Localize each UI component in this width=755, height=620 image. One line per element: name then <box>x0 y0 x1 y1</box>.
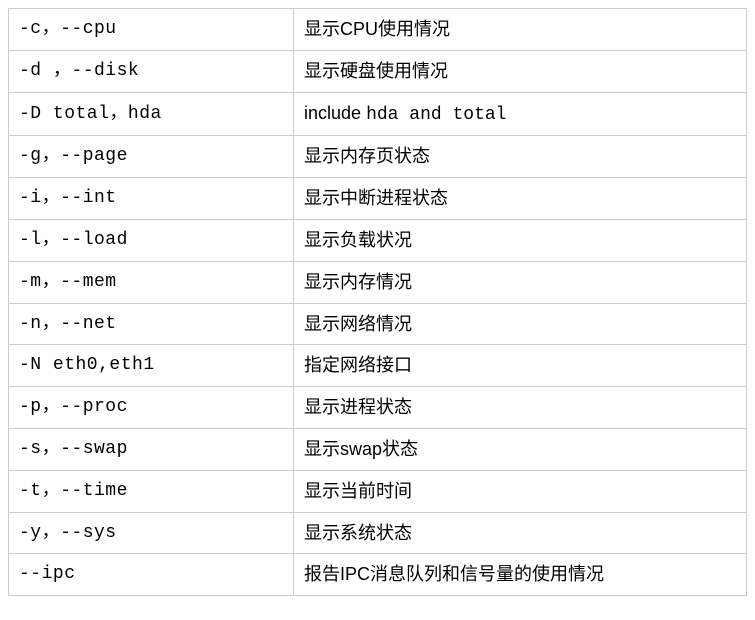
option-cell: -i，--int <box>9 178 294 220</box>
option-cell: -n，--net <box>9 303 294 345</box>
description-cell: 显示内存情况 <box>294 261 747 303</box>
description-cell: 显示CPU使用情况 <box>294 9 747 51</box>
description-cell: 显示内存页状态 <box>294 136 747 178</box>
table-row: -g，--page 显示内存页状态 <box>9 136 747 178</box>
options-table: -c，--cpu 显示CPU使用情况 -d ，--disk 显示硬盘使用情况 -… <box>8 8 747 596</box>
description-cell: 显示硬盘使用情况 <box>294 50 747 92</box>
description-cell: 显示负载状况 <box>294 219 747 261</box>
description-cell: 显示中断进程状态 <box>294 178 747 220</box>
table-row: -N eth0,eth1 指定网络接口 <box>9 345 747 387</box>
option-cell: -d ，--disk <box>9 50 294 92</box>
description-cell: 显示系统状态 <box>294 512 747 554</box>
table-row: --ipc 报告IPC消息队列和信号量的使用情况 <box>9 554 747 596</box>
table-row: -d ，--disk 显示硬盘使用情况 <box>9 50 747 92</box>
table-body: -c，--cpu 显示CPU使用情况 -d ，--disk 显示硬盘使用情况 -… <box>9 9 747 596</box>
description-cell: include include hda and totalhda and tot… <box>294 92 747 136</box>
description-cell: 显示进程状态 <box>294 387 747 429</box>
option-cell: -D total，hda <box>9 92 294 136</box>
description-cell: 指定网络接口 <box>294 345 747 387</box>
table-row: -s，--swap 显示swap状态 <box>9 428 747 470</box>
option-cell: -c，--cpu <box>9 9 294 51</box>
description-cell: 显示当前时间 <box>294 470 747 512</box>
option-cell: -N eth0,eth1 <box>9 345 294 387</box>
table-row: -c，--cpu 显示CPU使用情况 <box>9 9 747 51</box>
table-row: -i，--int 显示中断进程状态 <box>9 178 747 220</box>
table-row: -D total，hda include include hda and tot… <box>9 92 747 136</box>
option-cell: -l，--load <box>9 219 294 261</box>
option-cell: --ipc <box>9 554 294 596</box>
description-cell: 报告IPC消息队列和信号量的使用情况 <box>294 554 747 596</box>
table-row: -y，--sys 显示系统状态 <box>9 512 747 554</box>
option-cell: -p，--proc <box>9 387 294 429</box>
option-cell: -y，--sys <box>9 512 294 554</box>
option-cell: -g，--page <box>9 136 294 178</box>
table-row: -n，--net 显示网络情况 <box>9 303 747 345</box>
table-row: -p，--proc 显示进程状态 <box>9 387 747 429</box>
table-row: -t，--time 显示当前时间 <box>9 470 747 512</box>
description-cell: 显示swap状态 <box>294 428 747 470</box>
option-cell: -t，--time <box>9 470 294 512</box>
option-cell: -m，--mem <box>9 261 294 303</box>
description-cell: 显示网络情况 <box>294 303 747 345</box>
table-row: -m，--mem 显示内存情况 <box>9 261 747 303</box>
option-cell: -s，--swap <box>9 428 294 470</box>
table-row: -l，--load 显示负载状况 <box>9 219 747 261</box>
